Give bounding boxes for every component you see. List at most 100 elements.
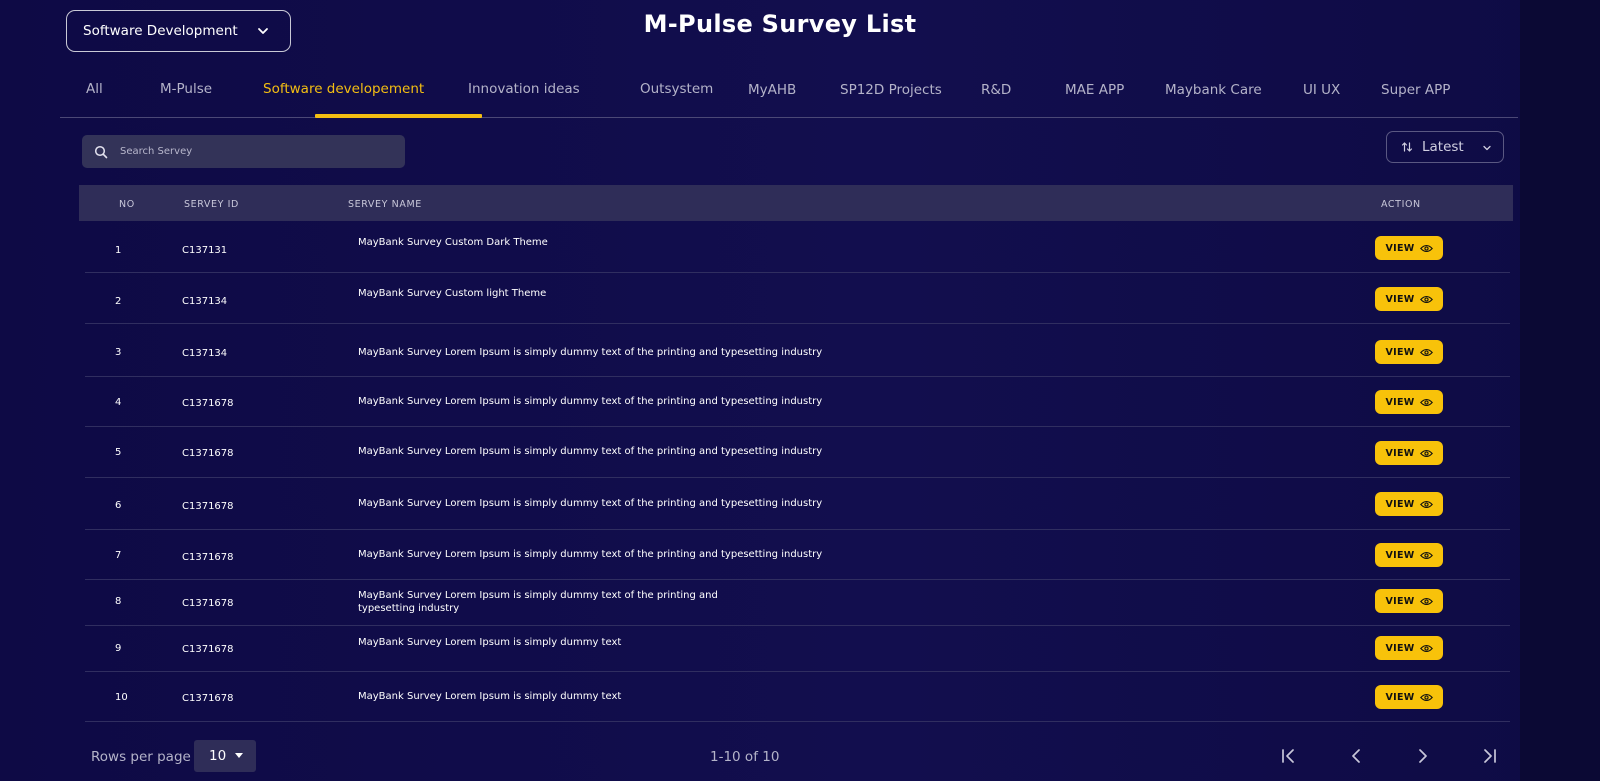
survey-name: MayBank Survey Lorem Ipsum is simply dum… (358, 590, 718, 614)
tab-m-pulse[interactable]: M-Pulse (160, 81, 212, 97)
column-header-action: ACTION (1381, 199, 1421, 210)
survey-name: MayBank Survey Lorem Ipsum is simply dum… (358, 691, 622, 702)
pagination-range: 1-10 of 10 (710, 749, 780, 765)
eye-icon (1419, 449, 1433, 457)
tab-r-and-d[interactable]: R&D (981, 82, 1011, 98)
last-page-icon[interactable] (1478, 745, 1500, 767)
row-number: 2 (115, 296, 122, 307)
sort-label: Latest (1422, 139, 1464, 155)
row-number: 3 (115, 347, 122, 358)
tab-mae-app[interactable]: MAE APP (1065, 82, 1124, 98)
view-button-label: VIEW (1385, 642, 1415, 654)
tab-outsystem[interactable]: Outsystem (640, 81, 713, 97)
table-row: 2 C137134 MayBank Survey Custom light Th… (85, 273, 1510, 324)
tab-super-app[interactable]: Super APP (1381, 82, 1450, 98)
table-row: 7 C1371678 MayBank Survey Lorem Ipsum is… (85, 530, 1510, 580)
view-button-label: VIEW (1385, 346, 1415, 358)
table-row: 6 C1371678 MayBank Survey Lorem Ipsum is… (85, 478, 1510, 530)
tab-ui-ux[interactable]: UI UX (1303, 82, 1340, 98)
eye-icon (1419, 693, 1433, 701)
view-button[interactable]: VIEW (1375, 492, 1443, 516)
row-number: 8 (115, 596, 122, 607)
survey-name: MayBank Survey Lorem Ipsum is simply dum… (358, 498, 823, 509)
tab-all[interactable]: All (86, 81, 103, 97)
chevron-down-icon (1483, 145, 1491, 151)
tab-sp12d-projects[interactable]: SP12D Projects (840, 82, 942, 98)
survey-name: MayBank Survey Lorem Ipsum is simply dum… (358, 446, 823, 457)
survey-id: C1371678 (182, 693, 234, 704)
search-icon (94, 145, 108, 158)
view-button[interactable]: VIEW (1375, 340, 1443, 364)
view-button-label: VIEW (1385, 242, 1415, 254)
survey-id: C1371678 (182, 598, 234, 609)
view-button-label: VIEW (1385, 447, 1415, 459)
survey-name: MayBank Survey Lorem Ipsum is simply dum… (358, 396, 823, 407)
eye-icon (1419, 348, 1433, 356)
row-number: 10 (115, 692, 128, 703)
survey-id: C1371678 (182, 552, 234, 563)
eye-icon (1419, 398, 1433, 406)
rows-per-page-select[interactable]: 10 (194, 740, 256, 772)
view-button[interactable]: VIEW (1375, 636, 1443, 660)
view-button[interactable]: VIEW (1375, 589, 1443, 613)
tab-software-development[interactable]: Software developement (263, 81, 424, 97)
view-button-label: VIEW (1385, 396, 1415, 408)
survey-id: C1371678 (182, 501, 234, 512)
eye-icon (1419, 551, 1433, 559)
eye-icon (1419, 500, 1433, 508)
table-row: 10 C1371678 MayBank Survey Lorem Ipsum i… (85, 672, 1510, 722)
page-edge-strip (1520, 0, 1600, 781)
survey-id: C1371678 (182, 644, 234, 655)
view-button[interactable]: VIEW (1375, 236, 1443, 260)
eye-icon (1419, 597, 1433, 605)
survey-name: MayBank Survey Custom light Theme (358, 288, 547, 299)
view-button-label: VIEW (1385, 691, 1415, 703)
survey-id: C137131 (182, 245, 228, 256)
previous-page-icon[interactable] (1346, 745, 1368, 767)
first-page-icon[interactable] (1278, 745, 1300, 767)
table-row: 8 C1371678 MayBank Survey Lorem Ipsum is… (85, 580, 1510, 626)
caret-down-icon (235, 753, 243, 758)
view-button-label: VIEW (1385, 595, 1415, 607)
column-header-no: NO (119, 199, 135, 210)
survey-id: C137134 (182, 296, 228, 307)
page-title: M-Pulse Survey List (643, 10, 917, 38)
rows-per-page-label: Rows per page (91, 749, 191, 765)
row-number: 4 (115, 397, 122, 408)
survey-id: C1371678 (182, 448, 234, 459)
view-button-label: VIEW (1385, 293, 1415, 305)
table-header: NO SERVEY ID SERVEY NAME ACTION (79, 185, 1513, 221)
view-button[interactable]: VIEW (1375, 685, 1443, 709)
view-button[interactable]: VIEW (1375, 441, 1443, 465)
row-number: 9 (115, 643, 122, 654)
tab-innovation-ideas[interactable]: Innovation ideas (468, 81, 580, 97)
next-page-icon[interactable] (1411, 745, 1433, 767)
view-button[interactable]: VIEW (1375, 287, 1443, 311)
survey-name: MayBank Survey Custom Dark Theme (358, 237, 548, 248)
survey-name: MayBank Survey Lorem Ipsum is simply dum… (358, 549, 823, 560)
category-tabs: All M-Pulse Software developement Innova… (60, 60, 1518, 118)
table-row: 4 C1371678 MayBank Survey Lorem Ipsum is… (85, 377, 1510, 427)
rows-per-page-value: 10 (209, 748, 227, 764)
search-input[interactable] (120, 146, 380, 157)
eye-icon (1419, 644, 1433, 652)
row-number: 6 (115, 500, 122, 511)
tab-maybank-care[interactable]: Maybank Care (1165, 82, 1262, 98)
survey-table-body: 1 C137131 MayBank Survey Custom Dark The… (85, 222, 1510, 722)
column-header-survey-name: SERVEY NAME (348, 199, 422, 210)
view-button[interactable]: VIEW (1375, 390, 1443, 414)
view-button-label: VIEW (1385, 549, 1415, 561)
view-button-label: VIEW (1385, 498, 1415, 510)
tab-myahb[interactable]: MyAHB (748, 82, 796, 98)
eye-icon (1419, 244, 1433, 252)
survey-id: C137134 (182, 348, 228, 359)
row-number: 7 (115, 550, 122, 561)
column-header-survey-id: SERVEY ID (184, 199, 239, 210)
view-button[interactable]: VIEW (1375, 543, 1443, 567)
table-row: 5 C1371678 MayBank Survey Lorem Ipsum is… (85, 427, 1510, 478)
row-number: 5 (115, 447, 122, 458)
survey-name: MayBank Survey Lorem Ipsum is simply dum… (358, 347, 823, 358)
sort-dropdown[interactable]: Latest (1386, 131, 1504, 163)
search-bar[interactable] (82, 135, 405, 168)
survey-name: MayBank Survey Lorem Ipsum is simply dum… (358, 637, 622, 648)
